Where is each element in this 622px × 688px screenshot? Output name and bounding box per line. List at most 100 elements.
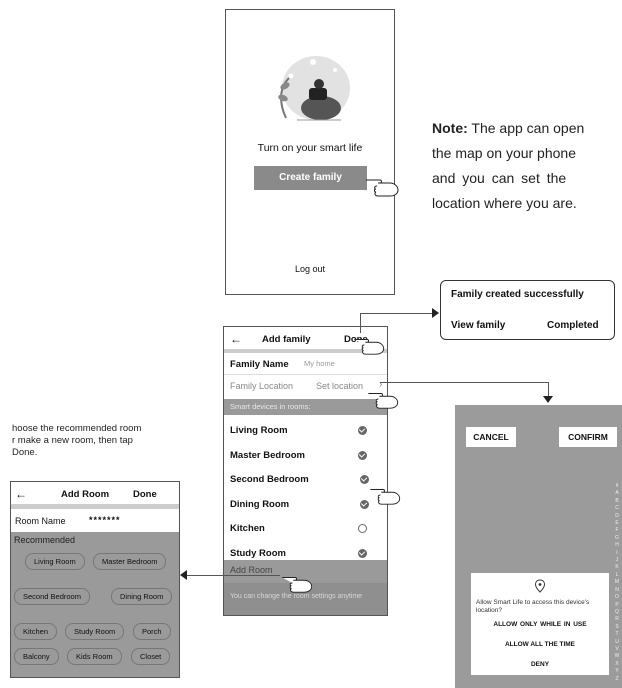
location-permission-dialog: Allow Smart Life to access this device's… — [471, 573, 609, 675]
recommended-label: Recommended — [14, 535, 76, 545]
tagline: Turn on your smart life — [257, 142, 363, 154]
recommended-panel: Recommended Living Room Master Bedroom Sec… — [11, 532, 179, 677]
note-line-2: the map on your phone — [432, 145, 576, 161]
room-label: Living Room — [230, 425, 288, 436]
section-header: Smart devices in rooms: — [224, 399, 387, 415]
add-room-label: Add Room — [230, 565, 273, 575]
alphabet-letter[interactable]: A — [612, 490, 622, 497]
room-name-label: Room Name — [15, 516, 66, 526]
room-suggestion-pill[interactable]: Porch — [133, 623, 171, 640]
allow-all-the-time-button[interactable]: ALLOW ALL THE TIME — [471, 641, 609, 648]
arrow-right-icon — [432, 308, 439, 318]
hand-pointer-icon — [282, 577, 313, 593]
hand-pointer-icon — [370, 489, 401, 505]
checked-circle-icon[interactable] — [358, 450, 367, 460]
alphabet-letter[interactable]: E — [612, 520, 622, 527]
hand-pointer-icon — [354, 339, 385, 355]
alphabet-letter[interactable]: M — [612, 579, 622, 586]
room-suggestion-pill[interactable]: Second Bedroom — [14, 588, 90, 605]
location-pin-icon — [534, 579, 546, 593]
view-family-button[interactable]: View family — [451, 320, 505, 331]
alphabet-letter[interactable]: O — [612, 594, 622, 601]
dialog-title: Family created successfully — [451, 289, 584, 300]
room-label: Second Bedroom — [230, 474, 309, 485]
list-item[interactable]: Kitchen — [224, 519, 387, 541]
alphabet-letter[interactable]: P — [612, 602, 622, 609]
allow-while-in-use-button[interactable]: ALLOW ONLY WHILE IN USE — [471, 621, 609, 628]
note-text: Note: The app can open the map on your p… — [432, 116, 622, 216]
alphabet-letter[interactable]: U — [612, 639, 622, 646]
checked-circle-icon[interactable] — [360, 475, 369, 484]
list-item[interactable]: Second Bedroom — [224, 470, 387, 492]
deny-button[interactable]: DENY — [471, 661, 609, 668]
alphabet-letter[interactable]: X — [612, 661, 622, 668]
note-line-3: and you can set the — [432, 170, 567, 186]
alphabet-letter[interactable]: # — [612, 483, 622, 490]
note-line-1: The app can open — [471, 120, 585, 136]
family-created-dialog: Family created successfully View family … — [440, 280, 615, 340]
alphabet-letter[interactable]: Z — [612, 676, 622, 683]
alphabet-letter[interactable]: F — [612, 527, 622, 534]
instruction-text: hoose the recommended room r make a new … — [12, 423, 142, 458]
room-suggestion-pill[interactable]: Kids Room — [67, 648, 122, 665]
family-name-label: Family Name — [230, 359, 289, 370]
alphabet-letter[interactable]: D — [612, 513, 622, 520]
hand-pointer-icon — [368, 393, 399, 409]
set-location-button[interactable]: Set location — [316, 381, 363, 391]
alphabet-letter[interactable]: L — [612, 572, 622, 579]
family-name-input[interactable]: My home — [304, 359, 335, 368]
list-item[interactable]: Living Room — [224, 421, 387, 443]
confirm-button[interactable]: CONFIRM — [559, 427, 617, 447]
add-room-title: Add Room — [61, 489, 110, 500]
room-label: Study Room — [230, 547, 286, 559]
alphabet-letter[interactable]: R — [612, 616, 622, 623]
note-label: Note: — [432, 120, 468, 136]
back-arrow-icon[interactable]: ← — [230, 332, 242, 346]
room-label: Master Bedroom — [230, 449, 305, 461]
cancel-button[interactable]: CANCEL — [466, 427, 516, 447]
room-suggestion-pill[interactable]: Closet — [131, 648, 171, 665]
alphabet-letter[interactable]: C — [612, 505, 622, 512]
completed-button[interactable]: Completed — [547, 320, 599, 331]
alphabet-letter[interactable]: Y — [612, 668, 622, 675]
room-suggestion-pill[interactable]: Study Room — [65, 623, 125, 640]
smart-life-illustration — [278, 56, 350, 121]
room-suggestion-pill[interactable]: Kitchen — [14, 623, 58, 640]
create-family-screen: Turn on your smart life Create family Lo… — [225, 9, 395, 295]
alphabet-letter[interactable]: I — [612, 550, 622, 557]
room-suggestion-pill[interactable]: Dining Room — [111, 588, 173, 605]
create-family-button[interactable]: Create family — [254, 166, 367, 190]
alphabet-index[interactable]: # A B C D E F G H I J K L M N O P Q R S T U V W X Y Z — [612, 483, 622, 683]
alphabet-letter[interactable]: J — [612, 557, 622, 564]
alphabet-letter[interactable]: T — [612, 631, 622, 638]
alphabet-letter[interactable]: N — [612, 587, 622, 594]
arrow-left-icon — [180, 570, 187, 580]
alphabet-letter[interactable]: G — [612, 535, 622, 542]
list-item[interactable]: Master Bedroom — [224, 446, 387, 468]
alphabet-letter[interactable]: S — [612, 624, 622, 631]
done-button[interactable]: Done — [133, 489, 157, 500]
alphabet-letter[interactable]: B — [612, 498, 622, 505]
alphabet-letter[interactable]: K — [612, 564, 622, 571]
room-label: Dining Room — [230, 498, 290, 510]
room-suggestion-pill[interactable]: Living Room — [25, 553, 85, 570]
checked-circle-icon[interactable] — [358, 548, 367, 558]
room-name-input[interactable]: ******* — [89, 515, 121, 525]
note-line-4: location where you are. — [432, 195, 577, 211]
room-label: Kitchen — [230, 523, 265, 534]
back-arrow-icon[interactable]: ← — [15, 487, 27, 501]
arrow-down-icon — [543, 396, 553, 403]
alphabet-letter[interactable]: V — [612, 646, 622, 653]
alphabet-letter[interactable]: H — [612, 542, 622, 549]
unchecked-circle-icon[interactable] — [358, 524, 367, 533]
add-room-screen: ← Add Room Done Room Name ******* Recomm… — [10, 481, 180, 678]
alphabet-letter[interactable]: Q — [612, 609, 622, 616]
log-out-link[interactable]: Log out — [226, 264, 394, 274]
checked-circle-icon[interactable] — [358, 426, 367, 435]
room-suggestion-pill[interactable]: Balcony — [14, 648, 59, 665]
alphabet-letter[interactable]: W — [612, 653, 622, 660]
map-screen: CANCEL CONFIRM # A B C D E F G H I J K L M N O P Q R S T U V W X… — [455, 405, 622, 688]
room-suggestion-pill[interactable]: Master Bedroom — [93, 553, 167, 570]
list-item[interactable]: Dining Room — [224, 495, 387, 517]
hand-pointer-icon — [366, 179, 399, 197]
